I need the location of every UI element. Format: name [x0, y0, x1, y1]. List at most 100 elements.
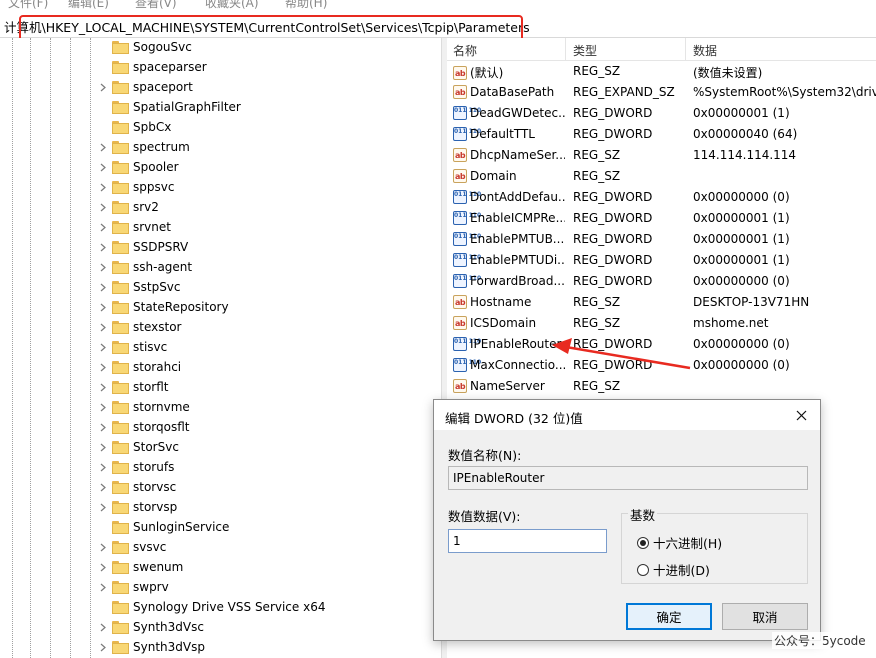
tree-item[interactable]: sppsvc	[98, 177, 174, 197]
tree-item[interactable]: spaceport	[98, 77, 193, 97]
chevron-right-icon[interactable]	[98, 442, 108, 452]
tree-item-label: Synth3dVsp	[133, 640, 205, 654]
chevron-right-icon[interactable]	[98, 642, 108, 652]
tree-item[interactable]: swenum	[98, 557, 183, 577]
column-header-type[interactable]: 类型	[573, 42, 597, 59]
folder-icon	[112, 260, 129, 274]
tree-item[interactable]: SSDPSRV	[98, 237, 188, 257]
tree-item[interactable]: spaceparser	[98, 57, 207, 77]
chevron-right-icon[interactable]	[98, 502, 108, 512]
value-data: 0x00000000 (0)	[693, 337, 790, 351]
tree-item[interactable]: storflt	[98, 377, 169, 397]
chevron-right-icon[interactable]	[98, 82, 108, 92]
column-separator[interactable]	[565, 38, 566, 60]
menu-help[interactable]: 帮助(H)	[285, 0, 327, 10]
chevron-right-icon[interactable]	[98, 382, 108, 392]
chevron-right-icon[interactable]	[98, 242, 108, 252]
menu-view[interactable]: 查看(V)	[135, 0, 177, 10]
chevron-right-icon[interactable]	[98, 562, 108, 572]
chevron-right-icon[interactable]	[98, 462, 108, 472]
tree-item[interactable]: Synth3dVsp	[98, 637, 205, 657]
chevron-right-icon[interactable]	[98, 282, 108, 292]
chevron-right-icon[interactable]	[98, 262, 108, 272]
chevron-right-icon[interactable]	[98, 422, 108, 432]
chevron-right-icon[interactable]	[98, 342, 108, 352]
column-header-data[interactable]: 数据	[693, 42, 717, 59]
chevron-right-icon[interactable]	[98, 622, 108, 632]
radio-hex[interactable]: 十六进制(H)	[637, 533, 722, 552]
tree-item[interactable]: Synth3dVsc	[98, 617, 204, 637]
tree-item[interactable]: storvsp	[98, 497, 177, 517]
tree-item[interactable]: StateRepository	[98, 297, 229, 317]
cancel-button[interactable]: 取消	[722, 603, 808, 630]
tree-item[interactable]: StorSvc	[98, 437, 179, 457]
tree-item[interactable]: stornvme	[98, 397, 190, 417]
tree-item[interactable]: ssh-agent	[98, 257, 192, 277]
value-row[interactable]: 011 110 EnablePMTUB... REG_DWORD 0x00000001…	[447, 229, 876, 250]
tree-item[interactable]: storvsc	[98, 477, 176, 497]
tree-item[interactable]: spectrum	[98, 137, 190, 157]
value-row[interactable]: ab DataBasePath REG_EXPAND_SZ %SystemRoot%\…	[447, 82, 876, 103]
tree-item-label: spaceport	[133, 80, 193, 94]
value-row[interactable]: 011 110 ForwardBroad... REG_DWORD 0x0000000…	[447, 271, 876, 292]
column-header-name[interactable]: 名称	[453, 42, 477, 59]
value-name: EnableICMPRe...	[470, 211, 565, 225]
chevron-right-icon[interactable]	[98, 542, 108, 552]
tree-item[interactable]: srvnet	[98, 217, 171, 237]
chevron-right-icon[interactable]	[98, 402, 108, 412]
value-row[interactable]: 011 110 DefaultTTL REG_DWORD 0x00000040 (64…	[447, 124, 876, 145]
chevron-right-icon[interactable]	[98, 202, 108, 212]
column-separator[interactable]	[685, 38, 686, 60]
tree-item[interactable]: SstpSvc	[98, 277, 181, 297]
value-row[interactable]: ab NameServer REG_SZ	[447, 376, 876, 397]
address-bar[interactable]: 计算机\HKEY_LOCAL_MACHINE\SYSTEM\CurrentCon…	[0, 11, 876, 52]
tree-item[interactable]: storahci	[98, 357, 181, 377]
menu-file[interactable]: 文件(F)	[8, 0, 48, 10]
chevron-right-icon[interactable]	[98, 142, 108, 152]
menu-favorites[interactable]: 收藏夹(A)	[205, 0, 259, 10]
chevron-right-icon[interactable]	[98, 322, 108, 332]
radio-hex-indicator[interactable]	[637, 536, 649, 549]
tree-item[interactable]: SunloginService	[98, 517, 229, 537]
tree-item[interactable]: Synology Drive VSS Service x64	[98, 597, 325, 617]
tree-item[interactable]: Spooler	[98, 157, 179, 177]
tree-item[interactable]: stisvc	[98, 337, 167, 357]
chevron-right-icon[interactable]	[98, 362, 108, 372]
chevron-right-icon[interactable]	[98, 582, 108, 592]
tree-item[interactable]: SpbCx	[98, 117, 171, 137]
tree-item-label: SpatialGraphFilter	[133, 100, 241, 114]
value-row[interactable]: ab (默认) REG_SZ (数值未设置)	[447, 61, 876, 82]
tree-item[interactable]: storqosflt	[98, 417, 190, 437]
tree-item[interactable]: SogouSvc	[98, 38, 192, 57]
tree-item[interactable]: stexstor	[98, 317, 181, 337]
value-row[interactable]: 011 110 EnableICMPRe... REG_DWORD 0x0000000…	[447, 208, 876, 229]
value-row[interactable]: ab DhcpNameSer... REG_SZ 114.114.114.114	[447, 145, 876, 166]
chevron-right-icon[interactable]	[98, 222, 108, 232]
value-name-cell: ab NameServer	[453, 379, 565, 393]
tree-item[interactable]: srv2	[98, 197, 159, 217]
tree-item[interactable]: storufs	[98, 457, 174, 477]
close-button[interactable]	[792, 406, 810, 424]
ok-button[interactable]: 确定	[626, 603, 712, 630]
tree-item[interactable]: SpatialGraphFilter	[98, 97, 241, 117]
value-row[interactable]: ab Domain REG_SZ	[447, 166, 876, 187]
menu-edit[interactable]: 编辑(E)	[68, 0, 109, 10]
value-row[interactable]: 011 110 DontAddDefau... REG_DWORD 0x0000000…	[447, 187, 876, 208]
chevron-right-icon[interactable]	[98, 302, 108, 312]
value-row[interactable]: 011 110 EnablePMTUDi... REG_DWORD 0x0000000…	[447, 250, 876, 271]
value-row[interactable]: ab ICSDomain REG_SZ mshome.net	[447, 313, 876, 334]
value-row[interactable]: 011 110 IPEnableRouter REG_DWORD 0x00000000…	[447, 334, 876, 355]
tree-item[interactable]: swprv	[98, 577, 169, 597]
value-data: 0x00000001 (1)	[693, 106, 790, 120]
tree-item[interactable]: svsvc	[98, 537, 166, 557]
value-name-cell: ab DhcpNameSer...	[453, 148, 565, 162]
chevron-right-icon[interactable]	[98, 182, 108, 192]
value-row[interactable]: 011 110 DeadGWDetec... REG_DWORD 0x00000001…	[447, 103, 876, 124]
value-row[interactable]: ab Hostname REG_SZ DESKTOP-13V71HN	[447, 292, 876, 313]
value-row[interactable]: 011 110 MaxConnectio... REG_DWORD 0x0000000…	[447, 355, 876, 376]
value-data-input[interactable]: 1	[448, 529, 607, 553]
chevron-right-icon[interactable]	[98, 162, 108, 172]
radio-dec[interactable]: 十进制(D)	[637, 560, 710, 579]
radio-dec-indicator[interactable]	[637, 563, 649, 576]
chevron-right-icon[interactable]	[98, 482, 108, 492]
